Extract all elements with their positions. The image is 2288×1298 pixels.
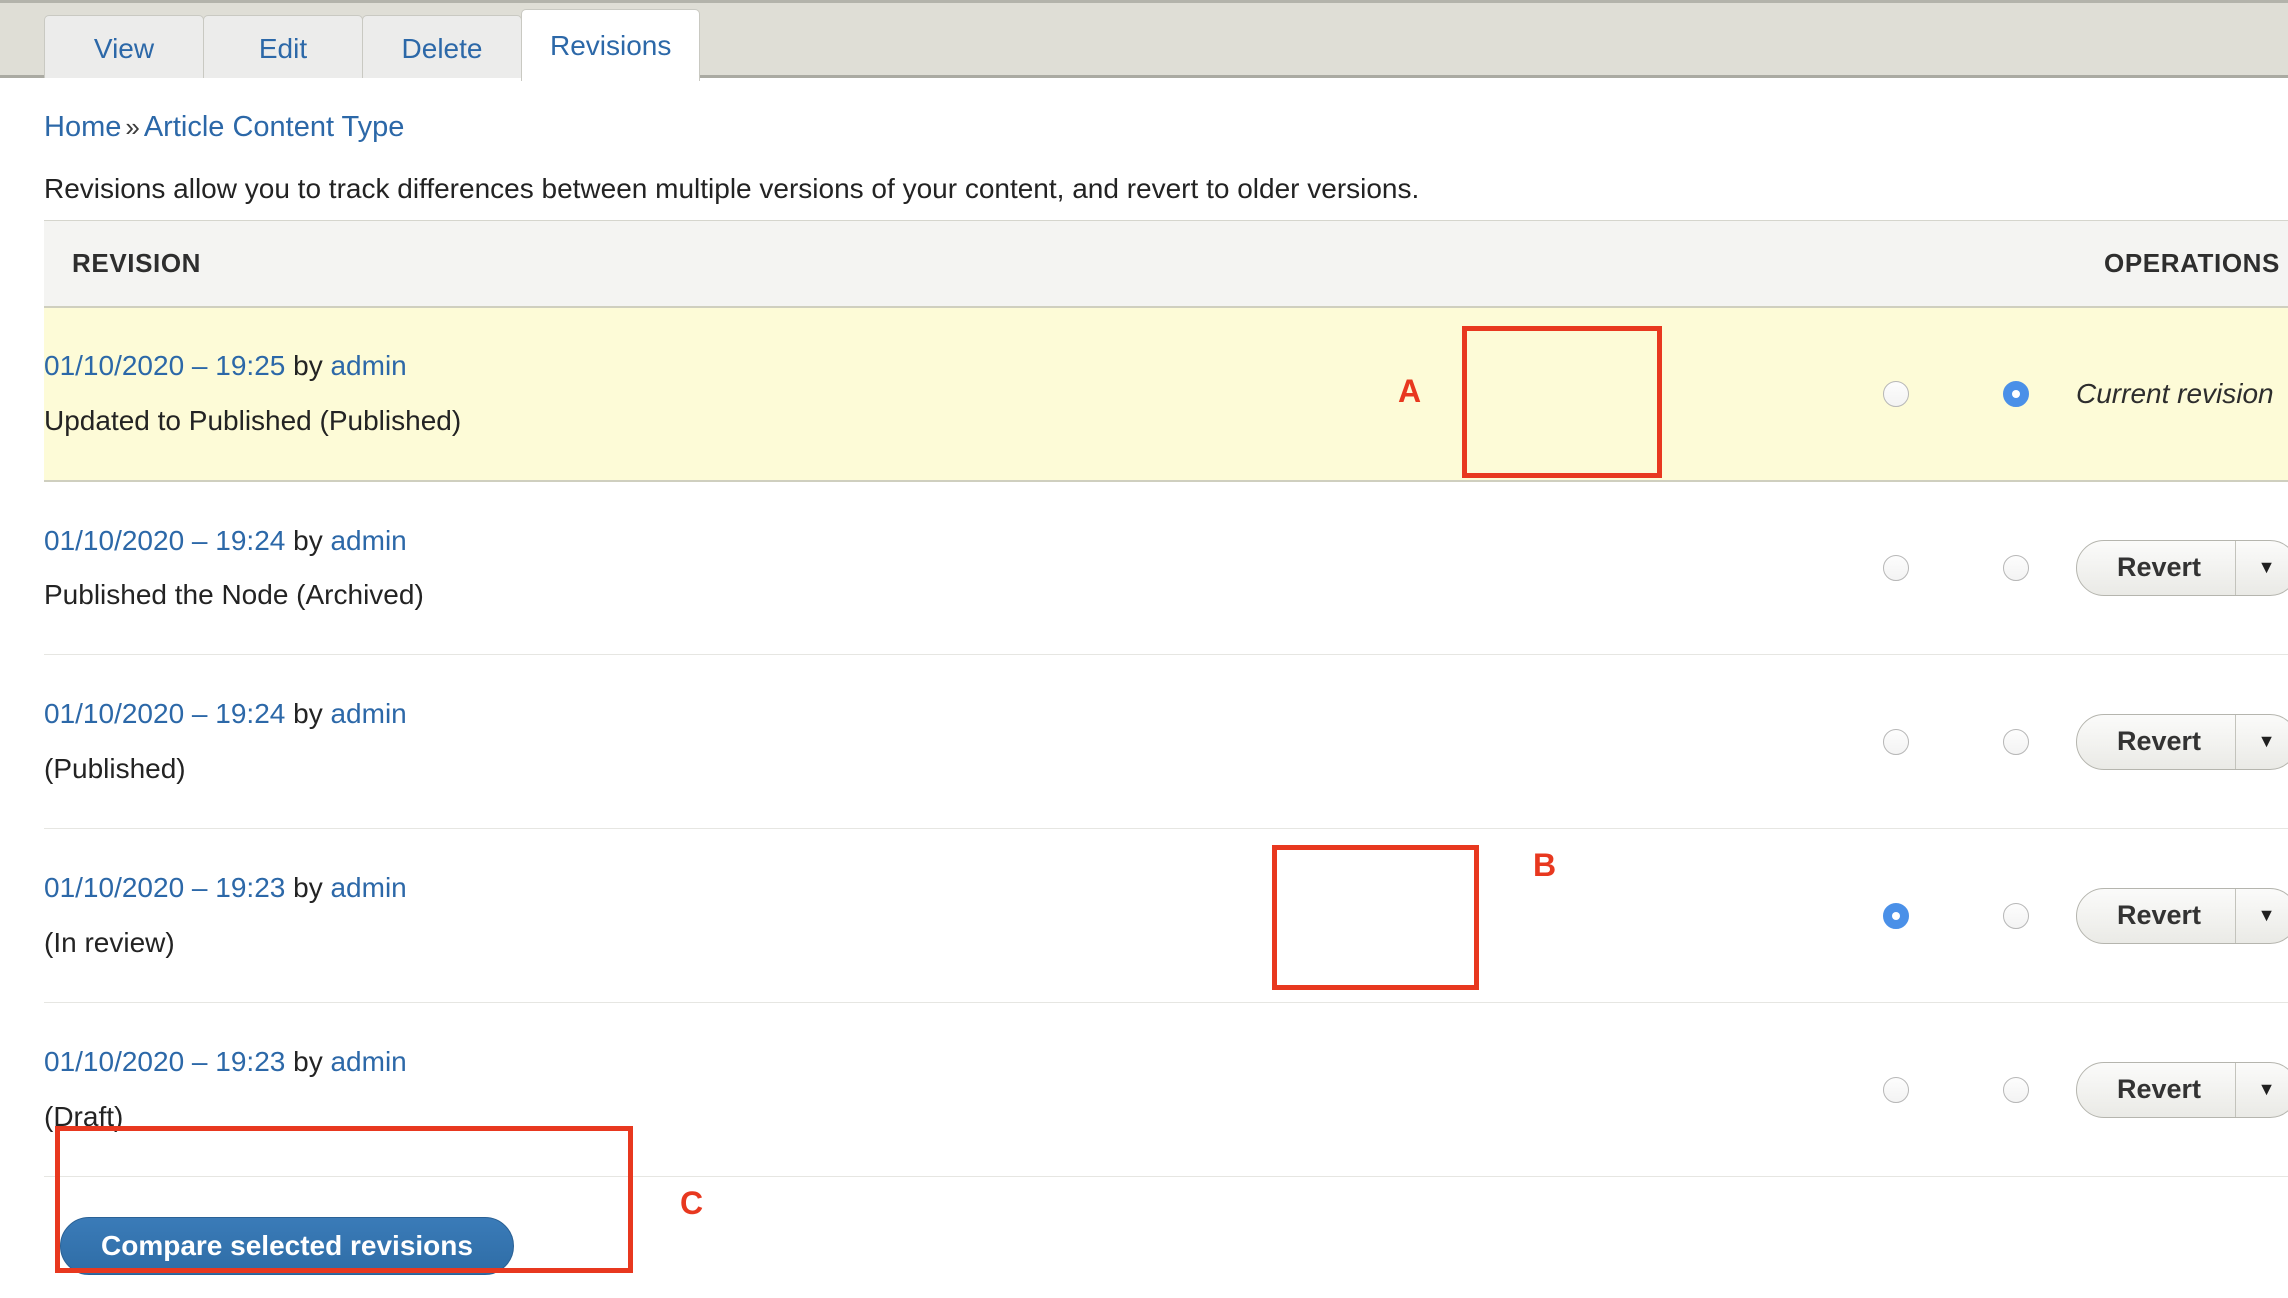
revision-author-link[interactable]: admin [330, 698, 406, 729]
table-row: 01/10/2020 – 19:23 by admin (In review) Re… [44, 828, 2288, 1003]
revert-split-button[interactable]: Revert ▼ [2076, 887, 2288, 944]
chevron-down-icon[interactable]: ▼ [2235, 888, 2288, 943]
revision-meta: 01/10/2020 – 19:23 by admin [44, 1046, 1836, 1078]
revision-radio-right[interactable] [2003, 380, 2029, 407]
revision-radio-right[interactable] [2003, 1076, 2029, 1103]
revision-radio-right[interactable] [2003, 902, 2029, 929]
revision-by-label: by [293, 524, 323, 556]
radio-cell-right [1956, 306, 2076, 482]
breadcrumb-separator: » [125, 112, 140, 142]
table-row: 01/10/2020 – 19:23 by admin (Draft) Revert… [44, 1002, 2288, 1177]
tab-edit[interactable]: Edit [203, 15, 363, 81]
radio-cell-left [1836, 654, 1956, 829]
chevron-down-icon[interactable]: ▼ [2235, 1062, 2288, 1117]
revision-radio-left[interactable] [1883, 728, 1909, 755]
column-header-operations: OPERATIONS [2076, 220, 2288, 308]
revision-radio-left[interactable] [1883, 1076, 1909, 1103]
revision-author-link[interactable]: admin [330, 525, 406, 556]
operations-cell: Revert ▼ [2076, 654, 2288, 829]
current-revision-label: Current revision [2076, 377, 2274, 409]
radio-cell-right [1956, 828, 2076, 1003]
revision-date-link[interactable]: 01/10/2020 – 19:23 [44, 1046, 285, 1077]
revert-button[interactable]: Revert [2077, 541, 2235, 595]
revision-date-link[interactable]: 01/10/2020 – 19:24 [44, 525, 285, 556]
revision-radio-right[interactable] [2003, 554, 2029, 581]
operations-cell: Revert ▼ [2076, 1002, 2288, 1177]
revision-by-label: by [293, 1046, 323, 1078]
operations-cell: Revert ▼ [2076, 480, 2288, 655]
revision-cell: 01/10/2020 – 19:24 by admin (Published) [44, 654, 1836, 829]
tab-revisions[interactable]: Revisions [521, 9, 701, 81]
revert-button[interactable]: Revert [2077, 889, 2235, 943]
table-body: 01/10/2020 – 19:25 by admin Updated to Pu… [44, 306, 2288, 1177]
radio-cell-right [1956, 1002, 2076, 1177]
breadcrumb: Home» Article Content Type [44, 113, 404, 142]
chevron-down-icon[interactable]: ▼ [2235, 714, 2288, 769]
revision-author-link[interactable]: admin [330, 872, 406, 903]
revision-message: (Published) [44, 752, 186, 784]
table-header-row: REVISION OPERATIONS [44, 220, 2288, 308]
revision-date-link[interactable]: 01/10/2020 – 19:23 [44, 872, 285, 903]
tab-delete[interactable]: Delete [362, 15, 522, 81]
revision-message: (In review) [44, 926, 175, 958]
radio-cell-left [1836, 306, 1956, 482]
revert-split-button[interactable]: Revert ▼ [2076, 539, 2288, 596]
compare-selected-revisions-button[interactable]: Compare selected revisions [60, 1217, 514, 1275]
table-row: 01/10/2020 – 19:25 by admin Updated to Pu… [44, 306, 2288, 482]
revision-cell: 01/10/2020 – 19:23 by admin (Draft) [44, 1002, 1836, 1177]
revision-radio-left[interactable] [1883, 554, 1909, 581]
revision-by-label: by [293, 698, 323, 730]
radio-cell-left [1836, 480, 1956, 655]
breadcrumb-home-link[interactable]: Home [44, 111, 121, 143]
revision-radio-right[interactable] [2003, 728, 2029, 755]
table-row: 01/10/2020 – 19:24 by admin (Published) Re… [44, 654, 2288, 829]
revision-date-link[interactable]: 01/10/2020 – 19:24 [44, 698, 285, 729]
tab-view[interactable]: View [44, 15, 204, 81]
chevron-down-icon[interactable]: ▼ [2235, 540, 2288, 595]
revision-meta: 01/10/2020 – 19:25 by admin [44, 350, 1836, 382]
revision-actions: Compare selected revisions [44, 1195, 2288, 1298]
annotation-label-b: B [1533, 847, 1557, 883]
revision-cell: 01/10/2020 – 19:23 by admin (In review) [44, 828, 1836, 1003]
revision-cell: 01/10/2020 – 19:24 by admin Published the… [44, 480, 1836, 655]
revert-split-button[interactable]: Revert ▼ [2076, 713, 2288, 770]
revert-button[interactable]: Revert [2077, 1063, 2235, 1117]
revision-meta: 01/10/2020 – 19:24 by admin [44, 698, 1836, 730]
page-content: Home» Article Content Type Revisions allo… [0, 78, 2288, 1298]
revision-meta: 01/10/2020 – 19:24 by admin [44, 525, 1836, 557]
table-row: 01/10/2020 – 19:24 by admin Published the… [44, 480, 2288, 655]
radio-cell-left [1836, 1002, 1956, 1177]
breadcrumb-current-link[interactable]: Article Content Type [144, 111, 405, 143]
revision-radio-left[interactable] [1883, 380, 1909, 407]
primary-tab-bar: View Edit Delete Revisions [0, 0, 2288, 81]
revision-by-label: by [293, 872, 323, 904]
column-header-radio-right [1956, 220, 2076, 308]
column-header-radio-left [1836, 220, 1956, 308]
annotation-label-a: A [1398, 373, 1422, 409]
revert-button[interactable]: Revert [2077, 715, 2235, 769]
revisions-table: REVISION OPERATIONS 01/10/2020 – 19:25 b… [44, 220, 2288, 1177]
revert-split-button[interactable]: Revert ▼ [2076, 1061, 2288, 1118]
revision-author-link[interactable]: admin [330, 350, 406, 381]
revision-by-label: by [293, 350, 323, 382]
revision-message: Published the Node (Archived) [44, 578, 424, 610]
revision-radio-left[interactable] [1883, 902, 1909, 929]
tab-list: View Edit Delete Revisions [44, 9, 701, 81]
radio-cell-left [1836, 828, 1956, 1003]
revision-author-link[interactable]: admin [330, 1046, 406, 1077]
annotation-label-c: C [680, 1185, 704, 1221]
column-header-revision: REVISION [44, 220, 1836, 308]
page-description: Revisions allow you to track differences… [44, 173, 1420, 204]
operations-cell: Revert ▼ [2076, 828, 2288, 1003]
revision-message: (Draft) [44, 1100, 124, 1132]
operations-cell: Current revision [2076, 306, 2288, 482]
revision-cell: 01/10/2020 – 19:25 by admin Updated to Pu… [44, 306, 1836, 482]
radio-cell-right [1956, 654, 2076, 829]
revision-message: Updated to Published (Published) [44, 404, 462, 436]
revision-meta: 01/10/2020 – 19:23 by admin [44, 872, 1836, 904]
revision-date-link[interactable]: 01/10/2020 – 19:25 [44, 350, 285, 381]
radio-cell-right [1956, 480, 2076, 655]
